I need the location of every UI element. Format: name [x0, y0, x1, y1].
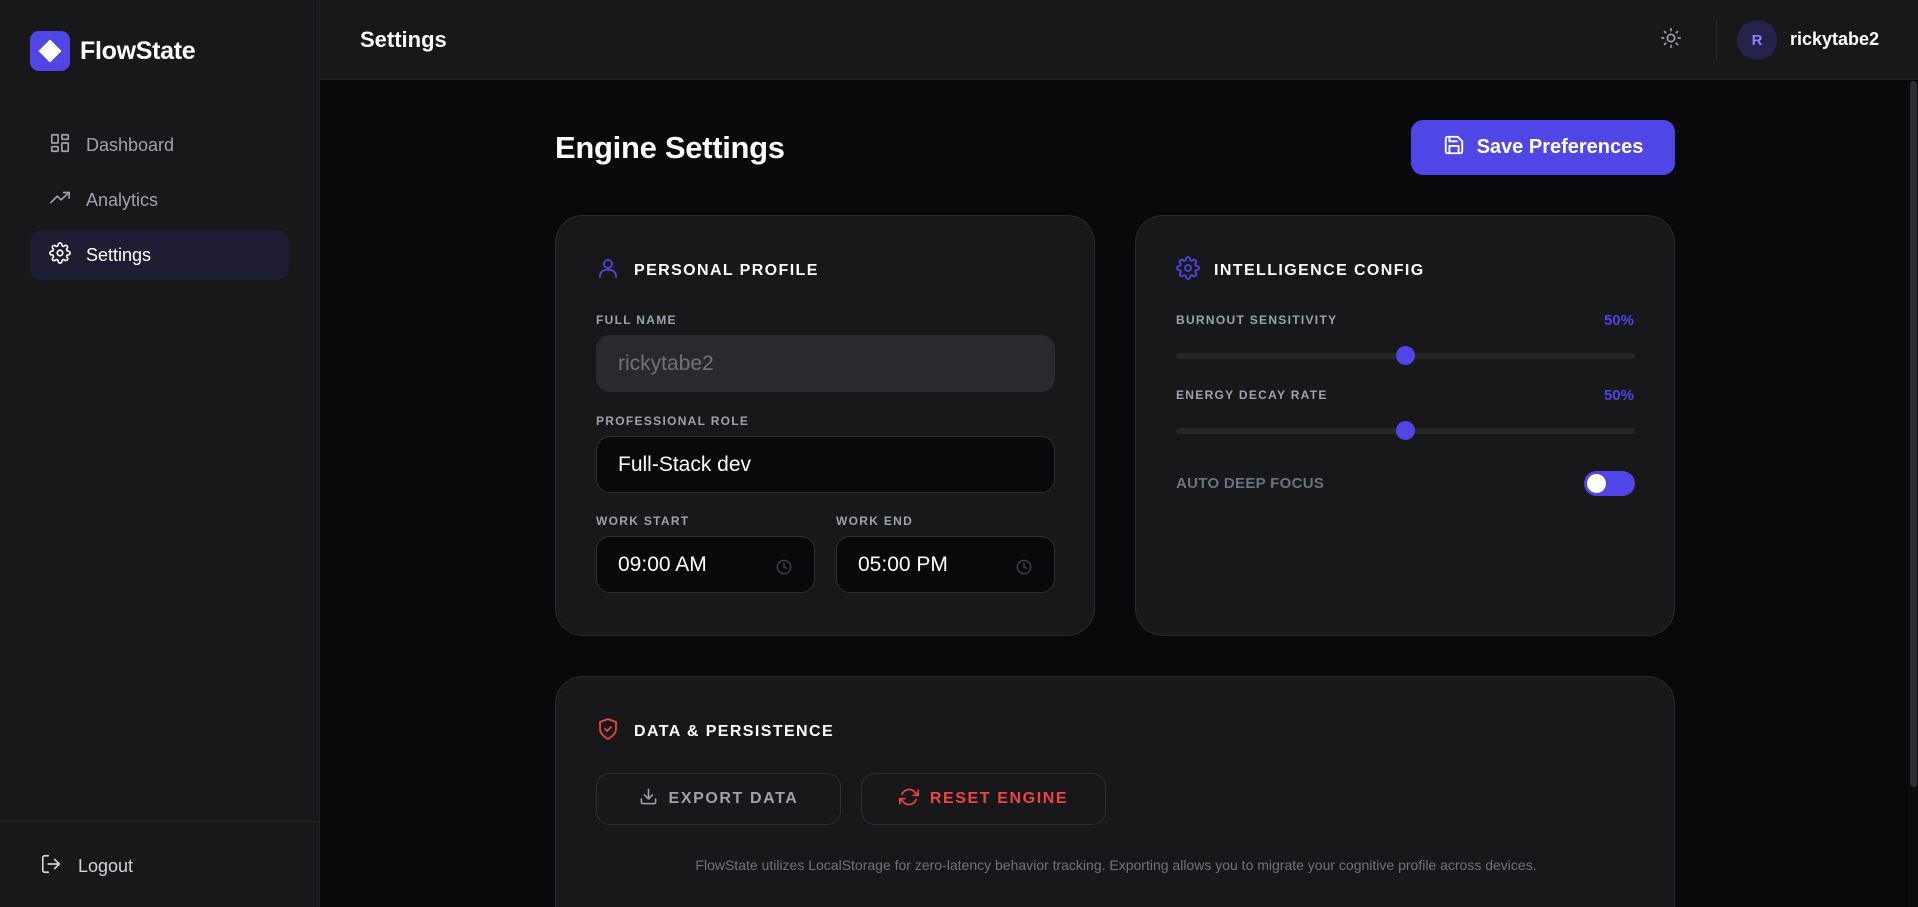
energy-decay-rate-label: ENERGY DECAY RATE	[1176, 388, 1328, 402]
save-icon	[1443, 134, 1465, 162]
top-header: Settings R rickytabe2	[320, 0, 1918, 80]
username[interactable]: rickytabe2	[1790, 29, 1879, 50]
header-divider	[1716, 20, 1717, 60]
sidebar-item-label: Dashboard	[86, 134, 175, 155]
intelligence-config-card: INTELLIGENCE CONFIG BURNOUT SENSITIVITY …	[1135, 215, 1675, 636]
sidebar-item-label: Settings	[86, 244, 152, 265]
slider-thumb[interactable]	[1396, 346, 1415, 365]
energy-decay-rate-slider[interactable]	[1176, 421, 1635, 440]
sun-icon	[1660, 27, 1682, 54]
export-data-label: EXPORT DATA	[668, 790, 799, 807]
logout-icon	[40, 853, 62, 880]
sidebar-item-settings[interactable]: Settings	[30, 230, 289, 280]
work-start-field[interactable]: 09:00 AM	[596, 536, 815, 593]
gear-icon	[49, 241, 71, 269]
professional-role-field[interactable]: Full-Stack dev	[596, 436, 1055, 493]
slider-thumb[interactable]	[1396, 421, 1415, 440]
professional-role-value: Full-Stack dev	[618, 452, 752, 476]
work-end-label: WORK END	[836, 514, 914, 528]
brand[interactable]: FlowState	[30, 31, 196, 71]
logout-label: Logout	[78, 856, 134, 876]
full-name-label: FULL NAME	[596, 313, 677, 327]
auto-deep-focus-label: AUTO DEEP FOCUS	[1176, 475, 1325, 492]
download-icon	[639, 787, 658, 811]
main-title: Engine Settings	[555, 130, 785, 165]
save-button-label: Save Preferences	[1476, 136, 1644, 158]
work-end-field[interactable]: 05:00 PM	[836, 536, 1055, 593]
card-header: INTELLIGENCE CONFIG	[1176, 256, 1425, 285]
reset-engine-button[interactable]: RESET ENGINE	[861, 773, 1106, 825]
reset-engine-label: RESET ENGINE	[929, 790, 1069, 807]
save-preferences-button[interactable]: Save Preferences	[1411, 120, 1675, 175]
burnout-sensitivity-slider[interactable]	[1176, 346, 1635, 365]
page-title: Settings	[360, 27, 447, 52]
burnout-sensitivity-value: 50%	[1603, 312, 1634, 329]
scrollbar-thumb[interactable]	[1910, 81, 1917, 787]
user-icon	[596, 256, 620, 285]
card-title: DATA & PERSISTENCE	[634, 722, 835, 740]
refresh-icon	[898, 787, 919, 812]
personal-profile-card: PERSONAL PROFILE FULL NAME rickytabe2 PR…	[555, 215, 1095, 636]
energy-decay-rate-value: 50%	[1603, 387, 1634, 404]
card-title: PERSONAL PROFILE	[634, 261, 819, 279]
flowstate-logo-icon	[30, 31, 70, 71]
data-persistence-card: DATA & PERSISTENCE EXPORT DATA RESET ENG…	[555, 676, 1675, 907]
professional-role-label: PROFESSIONAL ROLE	[596, 414, 750, 428]
theme-toggle-button[interactable]	[1658, 27, 1684, 53]
trending-up-icon	[49, 187, 71, 214]
clock-icon[interactable]	[1016, 557, 1032, 581]
logout-button[interactable]: Logout	[40, 853, 133, 880]
sidebar-item-analytics[interactable]: Analytics	[30, 175, 289, 225]
burnout-sensitivity-label: BURNOUT SENSITIVITY	[1176, 313, 1338, 327]
avatar[interactable]: R	[1737, 20, 1777, 60]
card-header: PERSONAL PROFILE	[596, 256, 819, 285]
work-start-value: 09:00 AM	[618, 552, 707, 576]
full-name-field: rickytabe2	[596, 335, 1055, 392]
export-data-button[interactable]: EXPORT DATA	[596, 773, 841, 825]
card-title: INTELLIGENCE CONFIG	[1214, 261, 1425, 279]
sidebar-item-label: Analytics	[86, 189, 159, 210]
auto-deep-focus-toggle[interactable]	[1584, 471, 1635, 496]
clock-icon[interactable]	[776, 557, 792, 581]
brand-name: FlowState	[80, 36, 196, 65]
shield-check-icon	[596, 717, 620, 746]
work-start-label: WORK START	[596, 514, 690, 528]
full-name-value: rickytabe2	[618, 351, 714, 375]
work-end-value: 05:00 PM	[858, 552, 948, 576]
gear-icon	[1176, 256, 1200, 285]
sidebar-nav: Dashboard Analytics Settings	[30, 120, 289, 285]
sidebar-divider	[0, 821, 320, 822]
sidebar-item-dashboard[interactable]: Dashboard	[30, 120, 289, 170]
dashboard-grid-icon	[49, 132, 71, 159]
card-header: DATA & PERSISTENCE	[596, 717, 834, 746]
sidebar: FlowState Dashboard Analytics Settings L…	[0, 0, 320, 907]
data-persistence-note: FlowState utilizes LocalStorage for zero…	[695, 857, 1537, 873]
toggle-knob	[1587, 474, 1606, 493]
